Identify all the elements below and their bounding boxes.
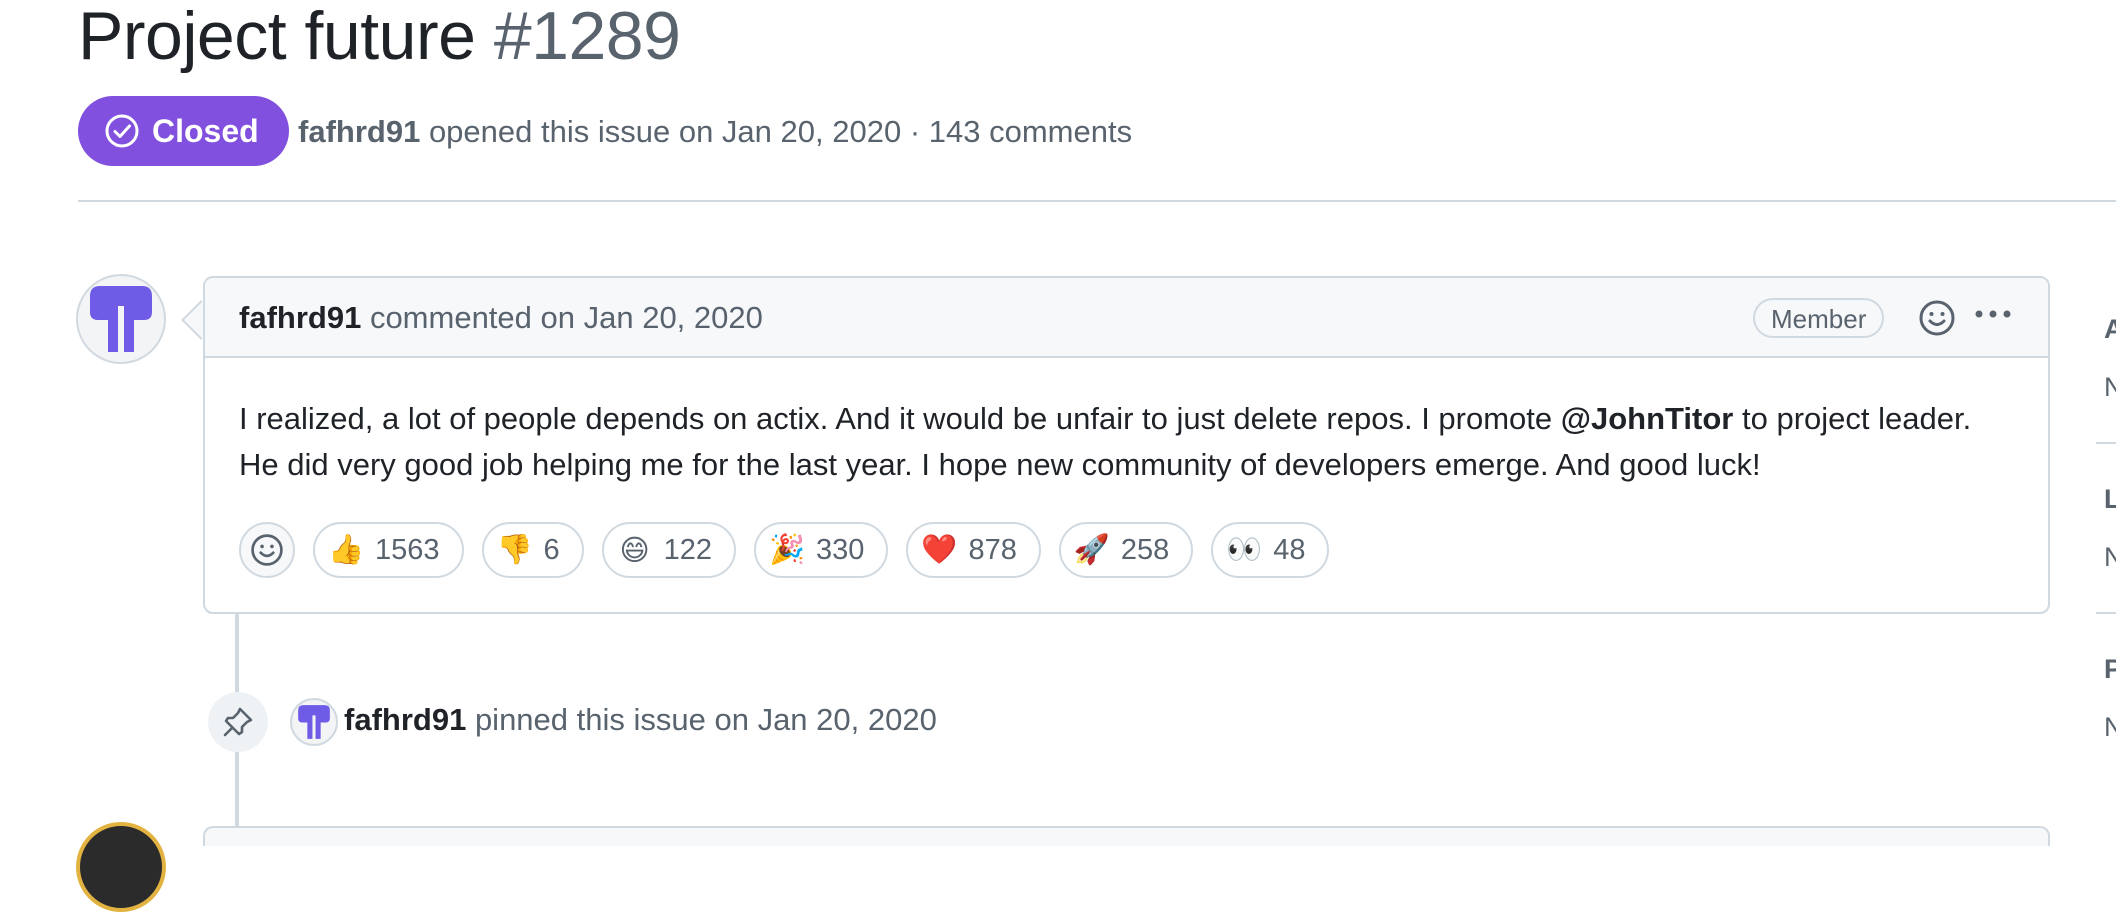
eyes-icon: 👀 [1226, 534, 1263, 566]
issue-title-text: Project future [78, 0, 476, 74]
reaction-count: 6 [543, 533, 560, 566]
check-circle-icon [105, 114, 139, 148]
smiley-icon [1919, 300, 1955, 336]
heart-icon: ❤️ [921, 534, 958, 566]
reaction-heart[interactable]: ❤️ 878 [906, 522, 1041, 578]
sidebar-divider [2096, 612, 2116, 614]
reaction-count: 48 [1273, 533, 1306, 566]
state-label: Closed [152, 112, 259, 149]
comment-body-part1: I realized, a lot of people depends on a… [239, 401, 1561, 436]
sidebar-value-3: N [2104, 712, 2116, 742]
actix-logo-icon [90, 286, 152, 352]
sidebar-divider [2096, 442, 2116, 444]
comment-box: fafhrd91 commented on Jan 20, 2020 Membe… [203, 276, 2050, 614]
comment-options-button[interactable] [1971, 298, 2015, 338]
reaction-laugh[interactable]: 😄 122 [601, 522, 737, 578]
comment-author-link[interactable]: fafhrd91 [239, 300, 361, 335]
issue-title: Project future #1289 [78, 0, 681, 78]
add-reaction-header-button[interactable] [1917, 298, 1957, 338]
pin-event-text: fafhrd91 pinned this issue on Jan 20, 20… [344, 698, 937, 742]
rocket-icon: 🚀 [1073, 534, 1110, 566]
sidebar-heading-1: A [2104, 314, 2116, 344]
reaction-count: 1563 [375, 533, 440, 566]
meta-separator: · [909, 114, 921, 149]
issue-number: #1289 [493, 0, 681, 74]
header-divider [78, 200, 2116, 202]
reaction-eyes[interactable]: 👀 48 [1211, 522, 1330, 578]
next-comment-avatar[interactable] [76, 822, 166, 912]
reactions-bar: 👍 1563 👎 6 😄 122 🎉 330 ❤️ 878 🚀 258 👀 48 [239, 522, 1330, 578]
member-badge: Member [1753, 298, 1885, 338]
thumbs-down-icon: 👎 [496, 534, 533, 566]
mention-link[interactable]: @JohnTitor [1561, 401, 1734, 436]
pin-event-description[interactable]: pinned this issue on Jan 20, 2020 [475, 702, 937, 737]
next-comment-box [203, 826, 2050, 846]
reaction-thumbs-down[interactable]: 👎 6 [481, 522, 584, 578]
laugh-icon: 😄 [619, 534, 650, 567]
comment-body: I realized, a lot of people depends on a… [239, 396, 2019, 488]
reaction-count: 122 [663, 533, 713, 566]
issue-author-link[interactable]: fafhrd91 [298, 114, 420, 149]
state-badge: Closed [78, 96, 289, 166]
actix-logo-icon [298, 705, 330, 739]
smiley-icon [251, 534, 283, 566]
reaction-count: 258 [1120, 533, 1170, 566]
comment-timestamp[interactable]: commented on Jan 20, 2020 [370, 300, 763, 335]
thumbs-up-icon: 👍 [327, 534, 365, 566]
add-reaction-button[interactable] [239, 522, 295, 578]
pin-event-badge [208, 692, 268, 752]
comments-count: 143 comments [928, 114, 1133, 149]
sidebar-value-2: N [2104, 542, 2116, 572]
reaction-count: 330 [816, 533, 865, 566]
reaction-thumbs-up[interactable]: 👍 1563 [313, 522, 464, 578]
pin-icon [223, 707, 253, 737]
reaction-rocket[interactable]: 🚀 258 [1058, 522, 1194, 578]
sidebar-heading-2: L [2104, 484, 2116, 514]
issue-opened-text: opened this issue on Jan 20, 2020 [428, 114, 902, 149]
reaction-hooray[interactable]: 🎉 330 [754, 522, 889, 578]
pin-actor-avatar[interactable] [290, 698, 338, 746]
comment-header: fafhrd91 commented on Jan 20, 2020 Membe… [205, 278, 2048, 358]
party-popper-icon: 🎉 [769, 534, 806, 566]
issue-meta: fafhrd91 opened this issue on Jan 20, 20… [298, 112, 1132, 152]
kebab-horizontal-icon [1975, 310, 2011, 318]
comment-author-avatar[interactable] [76, 274, 166, 364]
sidebar-heading-3: P [2104, 654, 2116, 684]
sidebar-value-1: N [2104, 372, 2116, 402]
comment-header-text: fafhrd91 commented on Jan 20, 2020 [239, 298, 763, 338]
pin-actor-link[interactable]: fafhrd91 [344, 702, 466, 737]
reaction-count: 878 [968, 533, 1017, 566]
